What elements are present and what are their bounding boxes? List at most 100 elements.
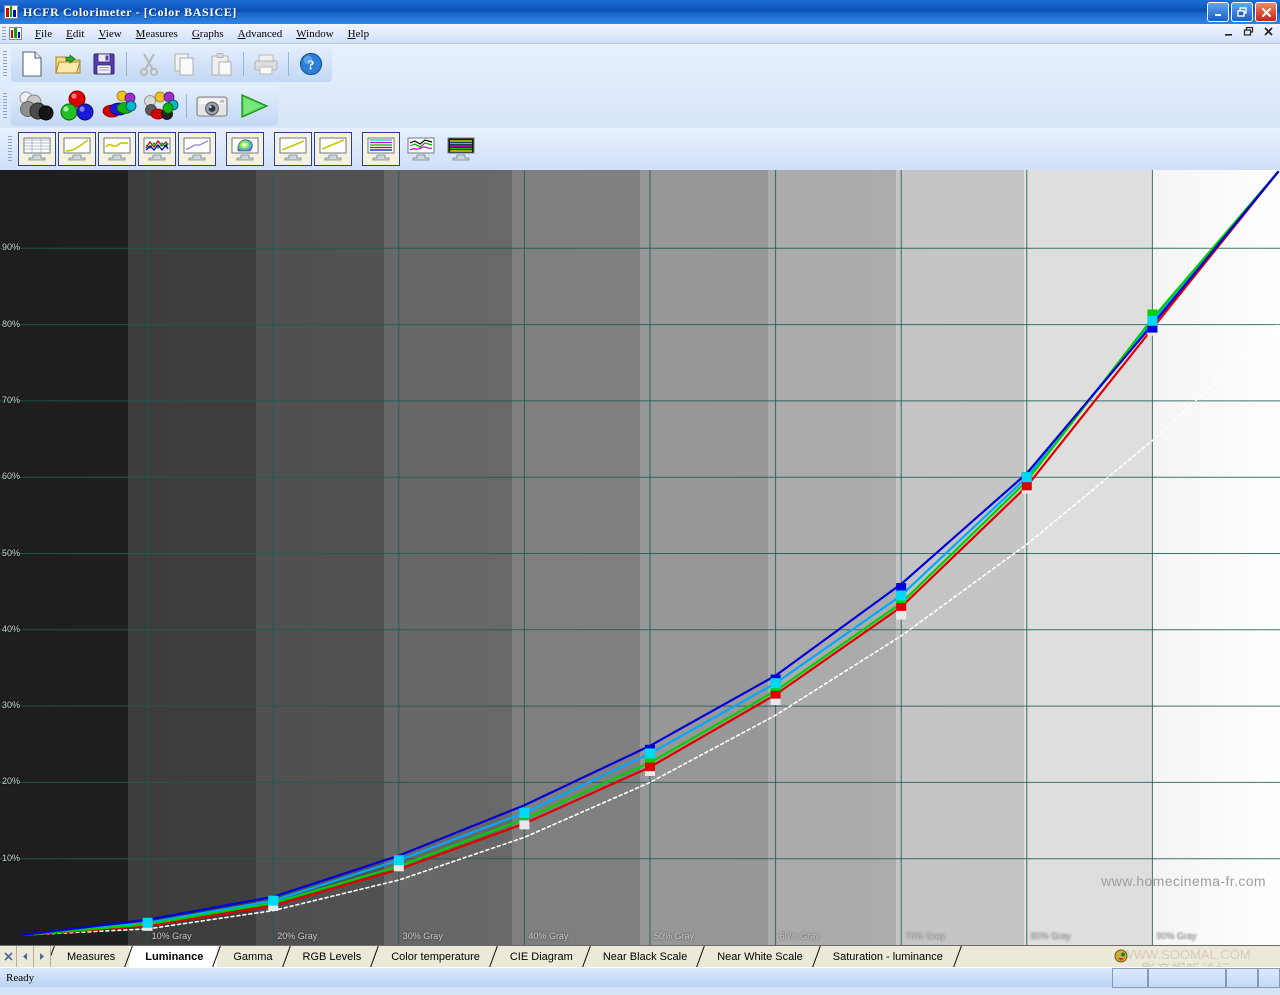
marker-luminance bbox=[896, 590, 907, 601]
x-axis-tick-label: 30% Gray bbox=[402, 931, 443, 941]
graph-saturation-luminance-button[interactable] bbox=[362, 132, 400, 166]
tab-saturation-luminance[interactable]: Saturation - luminance bbox=[811, 946, 957, 967]
menu-item-view[interactable]: View bbox=[91, 26, 128, 42]
mdi-close-button[interactable] bbox=[1263, 25, 1274, 41]
marker-luminance bbox=[393, 855, 404, 866]
graph-rgb-levels-button[interactable] bbox=[138, 132, 176, 166]
mdi-minimize-button[interactable] bbox=[1223, 25, 1234, 41]
marker-red bbox=[896, 601, 907, 611]
mdi-restore-button[interactable] bbox=[1243, 25, 1254, 41]
y-axis-tick-label: 50% bbox=[2, 547, 21, 558]
tab-luminance[interactable]: Luminance bbox=[124, 946, 218, 967]
toolbar-measures bbox=[0, 84, 1280, 128]
tab-close-button[interactable] bbox=[0, 946, 17, 967]
marker-red bbox=[1021, 481, 1032, 491]
x-axis-tick-label: 40% Gray bbox=[528, 931, 569, 941]
x-axis-tick-label: 60% Gray bbox=[779, 931, 820, 941]
x-axis-tick-label: 50% Gray bbox=[654, 931, 695, 941]
graph-near-white-scale-button[interactable] bbox=[314, 132, 352, 166]
tab-prev-button[interactable] bbox=[17, 946, 34, 967]
tab-next-button[interactable] bbox=[34, 946, 51, 967]
toolbar-standard: ? bbox=[0, 44, 1280, 84]
graph-near-black-scale-button[interactable] bbox=[274, 132, 312, 166]
menu-item-file[interactable]: File bbox=[28, 26, 59, 42]
toolbar-separator bbox=[126, 52, 127, 76]
tab-rgb-levels[interactable]: RGB Levels bbox=[281, 946, 376, 967]
x-axis-tick-label: 80% Gray bbox=[1030, 931, 1071, 941]
marker-red bbox=[770, 689, 781, 699]
marker-luminance bbox=[645, 748, 655, 759]
grayscale-measure-button[interactable] bbox=[14, 87, 56, 125]
tab-bar-right-area: WWW.SOOMAL.COM 影音视听论坛 bbox=[1100, 946, 1280, 979]
toolbar-measures-grip[interactable] bbox=[3, 93, 7, 119]
copy-button[interactable] bbox=[167, 47, 203, 81]
open-document-button[interactable] bbox=[50, 47, 86, 81]
menu-item-advanced[interactable]: Advanced bbox=[231, 26, 290, 42]
menu-item-help[interactable]: Help bbox=[341, 26, 376, 42]
y-axis-tick-label: 40% bbox=[2, 623, 21, 634]
status-bar: Ready bbox=[0, 967, 1280, 988]
marker-luminance bbox=[268, 895, 279, 906]
primaries-measure-button[interactable] bbox=[56, 87, 98, 125]
full-measure-button[interactable] bbox=[140, 87, 182, 125]
print-button[interactable] bbox=[248, 47, 284, 81]
chart-plot-svg bbox=[0, 170, 1280, 945]
menu-item-measures[interactable]: Measures bbox=[129, 26, 185, 42]
window-controls bbox=[1207, 2, 1277, 22]
tab-divider bbox=[51, 946, 68, 967]
restore-button[interactable] bbox=[1231, 2, 1253, 22]
menu-item-window[interactable]: Window bbox=[289, 26, 340, 42]
tab-near-white-scale[interactable]: Near White Scale bbox=[696, 946, 817, 967]
save-document-button[interactable] bbox=[86, 47, 122, 81]
marker-red bbox=[645, 762, 655, 772]
status-panel-2 bbox=[1148, 968, 1226, 988]
marker-luminance bbox=[770, 678, 781, 689]
status-panel-1 bbox=[1112, 968, 1148, 988]
tab-gamma[interactable]: Gamma bbox=[212, 946, 287, 967]
tab-cie-diagram[interactable]: CIE Diagram bbox=[489, 946, 587, 967]
menu-item-graphs[interactable]: Graphs bbox=[185, 26, 231, 42]
x-axis-tick-label: 90% Gray bbox=[1156, 931, 1197, 941]
graph-history-button[interactable] bbox=[402, 132, 440, 166]
graph-luminance-button[interactable] bbox=[58, 132, 96, 166]
tab-label: Near White Scale bbox=[717, 950, 803, 963]
window-title: HCFR Colorimeter - [Color BASICE] bbox=[23, 4, 237, 19]
luminance-chart[interactable]: 10% 20% 30% 40% 50% 60% 70% 80% 90% 10% Gray 20% … bbox=[0, 170, 1280, 945]
run-measures-button[interactable] bbox=[233, 87, 275, 125]
tab-label: Near Black Scale bbox=[602, 950, 688, 963]
menu-app-icon bbox=[9, 27, 22, 40]
paste-button[interactable] bbox=[203, 47, 239, 81]
graph-measures-button[interactable] bbox=[18, 132, 56, 166]
graph-tab-bar: Measures Luminance Gamma RGB Levels Color te… bbox=[0, 945, 1280, 979]
tab-measures[interactable]: Measures bbox=[51, 946, 130, 967]
status-text: Ready bbox=[6, 971, 35, 984]
tab-color-temperature[interactable]: Color temperature bbox=[370, 946, 494, 967]
graph-spectrum-button[interactable] bbox=[442, 132, 480, 166]
toolbars-container: ? bbox=[0, 44, 1280, 170]
cut-button[interactable] bbox=[131, 47, 167, 81]
menu-item-edit[interactable]: Edit bbox=[59, 26, 91, 42]
menu-bar: File Edit View Measures Graphs Advanced … bbox=[0, 24, 1280, 44]
graph-cie-diagram-button[interactable] bbox=[226, 132, 264, 166]
toolbar-standard-grip[interactable] bbox=[3, 51, 7, 77]
marker-measured-white bbox=[519, 820, 530, 830]
tab-label: Gamma bbox=[233, 950, 273, 963]
saturations-measure-button[interactable] bbox=[98, 87, 140, 125]
tab-near-black-scale[interactable]: Near Black Scale bbox=[582, 946, 702, 967]
site-watermark: www.homecinema-fr.com bbox=[1101, 873, 1266, 889]
y-axis-tick-label: 70% bbox=[2, 394, 21, 405]
graph-color-temperature-button[interactable] bbox=[178, 132, 216, 166]
single-measure-button[interactable] bbox=[191, 87, 233, 125]
y-axis-tick-label: 10% bbox=[2, 852, 21, 863]
help-button[interactable]: ? bbox=[293, 47, 329, 81]
close-button[interactable] bbox=[1255, 2, 1277, 22]
minimize-button[interactable] bbox=[1207, 2, 1229, 22]
mdi-child-controls bbox=[1223, 25, 1274, 41]
marker-luminance bbox=[519, 807, 530, 818]
menu-grip-handle[interactable] bbox=[2, 26, 6, 41]
graph-gamma-button[interactable] bbox=[98, 132, 136, 166]
toolbar-graphs-grip[interactable] bbox=[8, 136, 12, 162]
parrot-icon bbox=[1114, 949, 1128, 963]
tab-label: Color temperature bbox=[391, 950, 480, 963]
new-document-button[interactable] bbox=[14, 47, 50, 81]
